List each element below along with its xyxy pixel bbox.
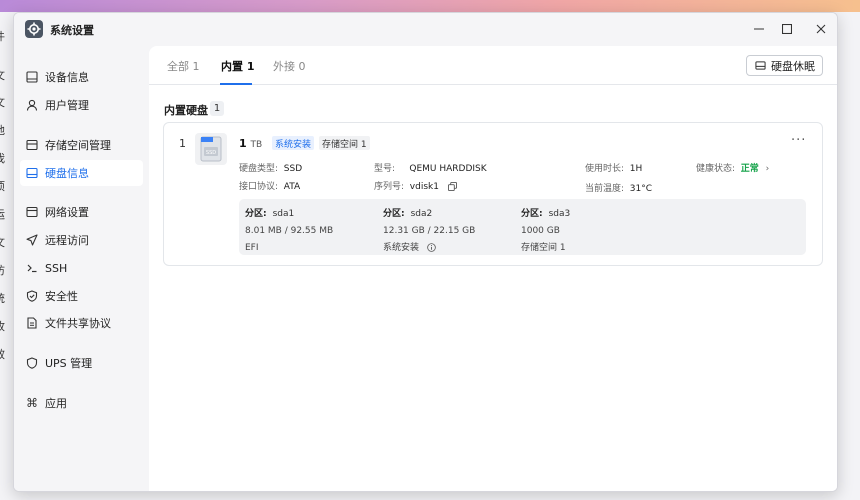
sidebar-item-remote-access[interactable]: 远程访问 [20,227,143,253]
desktop-fragment: 文 [0,67,5,83]
desktop-fragment: 文 [0,234,5,250]
display-icon [26,71,38,83]
disk-temperature: 当前温度: 31°C [585,184,653,194]
disk-icon [754,60,766,72]
tag-system-install: 系统安装 [272,136,315,150]
disk-sleep-button[interactable]: 硬盘休眠 [746,55,823,76]
disk-index: 1 [179,137,186,150]
sidebar-item-label: SSH [45,261,68,275]
desktop-fragment: 收 [0,318,5,334]
desktop-fragment: 统 [0,290,5,306]
sidebar-item-disk-info[interactable]: 硬盘信息 [20,160,143,186]
window-title: 系统设置 [50,24,94,37]
sidebar-item-ssh[interactable]: SSH [20,255,143,281]
ssd-image-label: SSD [206,150,216,156]
partition-item: 分区: sda1 8.01 MB / 92.55 MB EFI [245,206,333,257]
desktop-left-fragments: 件 文 文 他 我 项 运 文 访 统 收 效 [0,20,14,500]
desktop-fragment: 他 [0,122,5,138]
sidebar-item-ups[interactable]: UPS 管理 [20,350,143,376]
section-count-badge: 1 [210,101,224,116]
partition-item: 分区: sda3 1000 GB 存储空间 1 [521,206,570,257]
disk-type: 硬盘类型: SSD [239,164,303,174]
main-area: 全部 1 内置 1 外接 0 硬盘休眠 内置硬盘 1 1 SSD 1 TB 系统… [149,46,837,491]
tag-storage-space: 存储空间 1 [319,136,370,150]
sidebar-item-user-management[interactable]: 用户管理 [20,92,143,118]
user-icon [26,99,38,111]
partition-list: 分区: sda1 8.01 MB / 92.55 MB EFI 分区: sda2 1… [239,199,806,255]
network-icon [26,206,38,218]
partition-item: 分区: sda2 12.31 GB / 22.15 GB 系统安装 [383,206,475,257]
partition-desc: EFI [245,243,259,253]
sidebar-item-label: 硬盘信息 [45,167,89,180]
sidebar-item-security[interactable]: 安全性 [20,283,143,309]
sidebar-item-label: 设备信息 [45,71,89,84]
sidebar-item-label: 存储空间管理 [45,139,111,152]
disk-health[interactable]: 健康状态: 正常 › [696,161,769,174]
settings-window: 系统设置 设备信息 用户管理 存储空间管理 硬盘信息 网络设置 远程访问 SSH… [13,12,838,492]
tab-active-indicator [220,83,252,85]
sidebar-item-label: 网络设置 [45,206,89,219]
sidebar-item-device-info[interactable]: 设备信息 [20,64,143,90]
disk-model: 型号: QEMU HARDDISK [374,164,487,174]
tab-external[interactable]: 外接 0 [273,58,306,74]
sidebar-item-label: 远程访问 [45,234,89,247]
power-icon [26,357,38,369]
partition-usage: 12.31 GB / 22.15 GB [383,226,476,236]
partition-desc: 系统安装 [383,240,475,257]
info-icon[interactable] [427,243,436,252]
sidebar-item-label: UPS 管理 [45,357,93,370]
sidebar-item-storage-management[interactable]: 存储空间管理 [20,132,143,158]
desktop-fragment: 访 [0,262,5,278]
desktop-fragment: 文 [0,94,5,110]
partition-desc: 存储空间 1 [521,243,566,253]
sidebar-item-network[interactable]: 网络设置 [20,199,143,225]
file-icon [26,317,38,329]
sidebar: 设备信息 用户管理 存储空间管理 硬盘信息 网络设置 远程访问 SSH 安全性 [14,46,149,491]
tab-internal[interactable]: 内置 1 [221,58,254,74]
copy-icon[interactable] [447,182,457,191]
partition-usage: 8.01 MB / 92.55 MB [245,226,334,236]
health-status-value: 正常 [740,164,759,174]
more-options-button[interactable]: ··· [791,133,806,148]
minimize-icon [754,28,764,30]
desktop-fragment: 件 [0,28,5,44]
tab-bar: 全部 1 内置 1 外接 0 硬盘休眠 [149,46,837,85]
disk-uptime: 使用时长: 1H [585,164,643,174]
section-title: 内置硬盘 [164,104,208,117]
disk-serial: 序列号: vdisk1 [374,179,457,192]
storage-icon [26,139,38,151]
sidebar-item-file-sharing[interactable]: 文件共享协议 [20,310,143,336]
close-icon [816,24,826,34]
terminal-icon [26,262,38,274]
sidebar-item-label: 用户管理 [45,99,89,112]
tab-all[interactable]: 全部 1 [167,58,200,74]
sidebar-item-label: 文件共享协议 [45,317,111,330]
command-icon: ⌘ [26,396,38,410]
maximize-icon [782,24,792,34]
disk-card: 1 SSD 1 TB 系统安装 存储空间 1 ··· 硬盘类型: SSD 接口协… [163,122,823,266]
disk-interface: 接口协议: ATA [239,182,301,192]
disk-icon [26,167,38,179]
title-bar[interactable]: 系统设置 [14,13,837,46]
partition-usage: 1000 GB [521,226,560,236]
ssd-drive-icon: SSD [195,133,227,165]
disk-size: 1 TB [239,137,263,150]
sidebar-item-label: 安全性 [45,290,78,303]
disk-sleep-label: 硬盘休眠 [771,59,815,73]
sidebar-item-label: 应用 [45,397,67,410]
maximize-button[interactable] [777,20,797,38]
close-button[interactable] [811,20,831,38]
chevron-right-icon: › [765,164,770,174]
desktop-fragment: 运 [0,206,5,222]
desktop-fragment: 项 [0,178,5,194]
minimize-button[interactable] [749,20,769,38]
send-icon [26,234,38,246]
desktop-fragment: 效 [0,346,5,362]
settings-gear-icon [25,20,43,38]
sidebar-item-apps[interactable]: ⌘ 应用 [20,390,143,416]
shield-icon [26,290,38,302]
content-panel: 全部 1 内置 1 外接 0 硬盘休眠 内置硬盘 1 1 SSD 1 TB 系统… [149,46,837,491]
desktop-fragment: 我 [0,150,5,166]
